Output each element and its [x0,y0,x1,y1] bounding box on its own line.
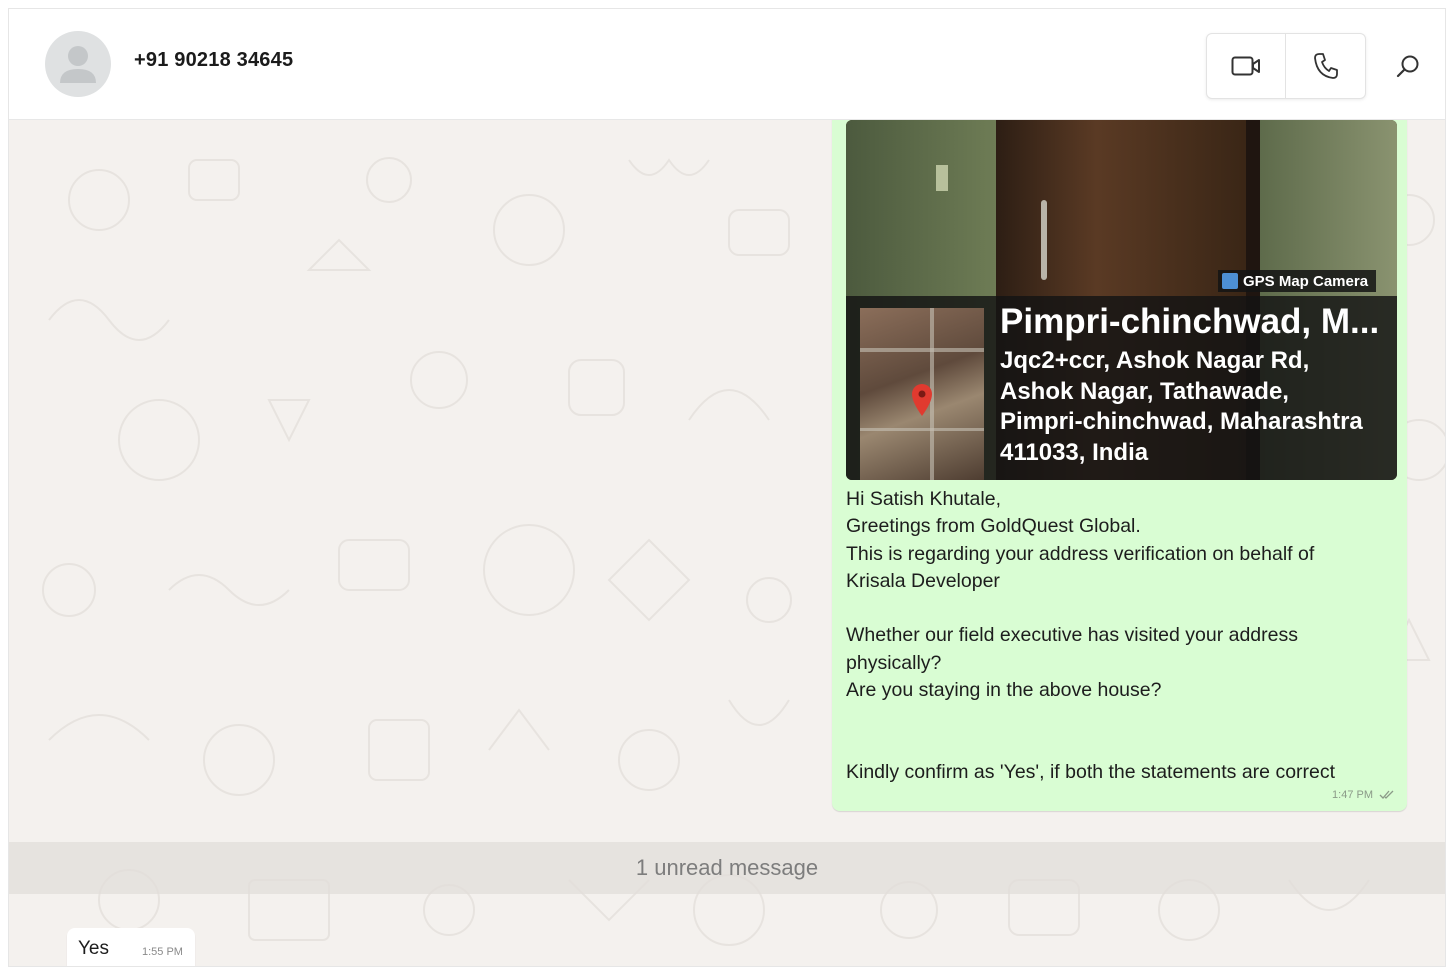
message-line [846,595,1386,622]
incoming-message-text: Yes [78,938,109,959]
double-check-icon [1379,790,1394,799]
location-address: Jqc2+ccr, Ashok Nagar Rd, Ashok Nagar, T… [1000,346,1390,468]
phone-icon [1313,53,1338,79]
message-line: Krisala Developer [846,569,1000,592]
location-overlay: Pimpri-chinchwad, M... Jqc2+ccr, Ashok N… [846,296,1397,480]
message-line: physically? [846,651,942,674]
message-line [846,704,1386,731]
incoming-message-bubble[interactable]: Yes 1:55 PM [67,928,195,966]
message-time: 1:47 PM [1332,789,1373,801]
message-line: Hi Satish Khutale, [846,488,1002,510]
chat-area[interactable]: GPS Map Camera Pimpri-chinchwad, M... Jq… [9,120,1445,966]
search-button[interactable] [1389,47,1427,85]
location-title: Pimpri-chinchwad, M... [1000,302,1380,341]
incoming-message-time: 1:55 PM [142,946,183,958]
address-line: Pimpri-chinchwad, Maharashtra [1000,408,1363,435]
unread-divider: 1 unread message [9,842,1445,894]
search-icon [1396,55,1419,78]
gps-map-camera-badge: GPS Map Camera [1218,270,1377,292]
outgoing-message-text: Hi Satish Khutale, Greetings from GoldQu… [846,486,1386,786]
avatar[interactable] [45,31,111,97]
map-thumbnail [860,308,984,480]
gps-badge-label: GPS Map Camera [1243,272,1369,290]
message-line: This is regarding your address verificat… [846,542,1315,565]
map-pin-icon [912,384,932,416]
message-line [846,732,1386,759]
message-line: Greetings from GoldQuest Global. [846,515,1141,538]
chat-window: +91 90218 34645 GPS Map Camera Pimpri-ch… [8,8,1446,967]
photo-door-handle [1041,200,1047,280]
call-buttons-group [1206,33,1366,99]
message-meta: 1:47 PM [1332,789,1395,801]
contact-name[interactable]: +91 90218 34645 [134,49,293,72]
voice-call-button[interactable] [1286,34,1365,98]
outgoing-message-bubble[interactable]: GPS Map Camera Pimpri-chinchwad, M... Jq… [832,120,1407,811]
unread-label: 1 unread message [635,855,819,880]
message-line: Whether our field executive has visited … [846,624,1298,647]
location-photo[interactable]: GPS Map Camera Pimpri-chinchwad, M... Jq… [846,120,1397,480]
address-line: Jqc2+ccr, Ashok Nagar Rd, [1000,347,1310,374]
address-line: Ashok Nagar, Tathawade, [1000,377,1289,405]
gps-camera-icon [1222,273,1238,289]
video-camera-icon [1231,56,1260,76]
video-call-button[interactable] [1207,34,1285,98]
message-line: Are you staying in the above house? [846,679,1162,702]
default-avatar-icon [60,46,96,83]
chat-header: +91 90218 34645 [9,9,1445,120]
photo-switch [936,165,948,191]
address-line: 411033, India [1000,438,1149,466]
message-line: Kindly confirm as 'Yes', if both the sta… [846,760,1336,783]
